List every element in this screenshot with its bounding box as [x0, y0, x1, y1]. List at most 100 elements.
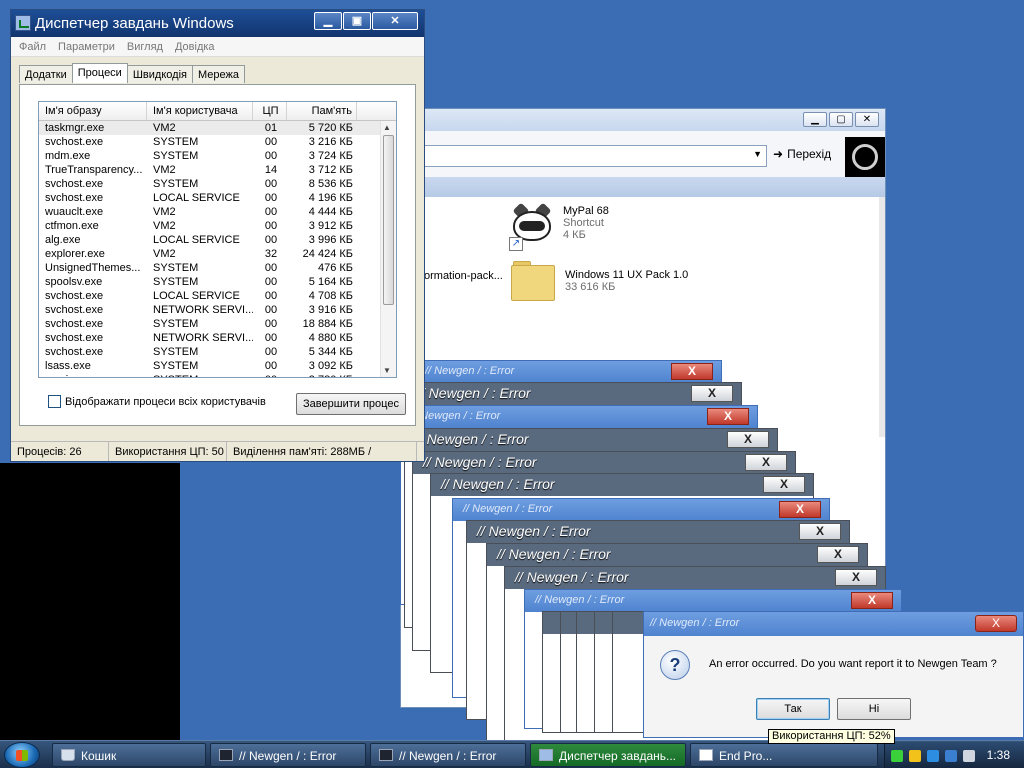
task-manager-icon	[15, 15, 31, 31]
close-icon[interactable]: X	[691, 385, 733, 402]
table-row[interactable]: svchost.exe NETWORK SERVI... 00 4 880 КБ	[39, 331, 396, 345]
cell-cpu: 00	[264, 332, 278, 344]
show-all-processes-checkbox[interactable]: Відображати процеси всіх користувачів	[48, 395, 266, 408]
menu-view[interactable]: Вигляд	[127, 41, 163, 56]
cell-image-name: svchost.exe	[45, 304, 104, 316]
folder-icon	[509, 259, 557, 303]
table-row[interactable]: svchost.exe SYSTEM 00 8 536 КБ	[39, 177, 396, 191]
table-row[interactable]: wuauclt.exe VM2 00 4 444 КБ	[39, 205, 396, 219]
task-manager-window[interactable]: Диспетчер завдань Windows ▁ ▣ ✕ Файл Пар…	[10, 9, 425, 462]
menu-file[interactable]: Файл	[19, 41, 46, 56]
close-icon[interactable]: X	[707, 408, 749, 425]
address-bar[interactable]: ▼	[401, 145, 767, 167]
cell-cpu: 01	[264, 122, 278, 134]
scroll-up-icon[interactable]: ▲	[383, 123, 391, 132]
cell-cpu: 00	[264, 192, 278, 204]
start-button[interactable]	[4, 742, 40, 768]
go-button[interactable]: ➜ Перехід	[773, 147, 831, 161]
close-icon[interactable]: X	[817, 546, 859, 563]
table-row[interactable]: svchost.exe NETWORK SERVI... 00 3 916 КБ	[39, 303, 396, 317]
language-icon[interactable]	[945, 749, 957, 762]
process-list-scrollbar[interactable]: ▲ ▼	[380, 121, 396, 377]
close-icon[interactable]: X	[799, 523, 841, 540]
table-row[interactable]: svchost.exe SYSTEM 00 18 884 КБ	[39, 317, 396, 331]
column-cpu[interactable]: ЦП	[253, 102, 287, 120]
maximize-icon[interactable]: ▢	[829, 112, 853, 127]
cell-image-name: alg.exe	[45, 234, 81, 246]
recycle-bin-icon	[61, 749, 75, 761]
clock[interactable]: 1:38	[987, 748, 1010, 762]
menu-options[interactable]: Параметри	[58, 41, 115, 56]
taskbar-button-error-1[interactable]: // Newgen / : Error	[210, 743, 366, 767]
close-icon[interactable]: X	[727, 431, 769, 448]
cell-memory: 18 884 КБ	[302, 318, 353, 330]
tab-networking[interactable]: Мережа	[191, 65, 245, 83]
end-process-button[interactable]: Завершити процес	[296, 393, 406, 415]
chevron-down-icon[interactable]: ▼	[753, 149, 762, 159]
table-row[interactable]: taskmgr.exe VM2 01 5 720 КБ	[39, 121, 396, 135]
minimize-icon[interactable]: ▁	[803, 112, 827, 127]
explorer-scrollbar[interactable]	[879, 197, 885, 437]
minimize-icon[interactable]: ▁	[314, 12, 342, 30]
close-icon[interactable]: X	[835, 569, 877, 586]
taskbar-button-end-process[interactable]: End Pro...	[690, 743, 878, 767]
table-row[interactable]: svchost.exe LOCAL SERVICE 00 4 196 КБ	[39, 191, 396, 205]
column-user-name[interactable]: Ім'я користувача	[147, 102, 253, 120]
close-icon[interactable]: X	[975, 615, 1017, 632]
file-item-truncated[interactable]: ormation-pack...	[424, 270, 503, 282]
cell-image-name: svchost.exe	[45, 178, 104, 190]
menu-help[interactable]: Довідка	[175, 41, 215, 56]
cell-image-name: svchost.exe	[45, 346, 104, 358]
yes-button[interactable]: Так	[756, 698, 830, 720]
tab-applications[interactable]: Додатки	[19, 65, 73, 83]
close-icon[interactable]: ✕	[372, 12, 418, 30]
table-row[interactable]: svchost.exe LOCAL SERVICE 00 4 708 КБ	[39, 289, 396, 303]
shield-icon[interactable]	[909, 749, 921, 762]
table-row[interactable]: TrueTransparency... VM2 14 3 712 КБ	[39, 163, 396, 177]
cell-memory: 3 712 КБ	[308, 164, 353, 176]
column-memory[interactable]: Пам'ять	[287, 102, 357, 120]
taskbar-button-error-2[interactable]: // Newgen / : Error	[370, 743, 526, 767]
explorer-toolbar-band	[401, 177, 885, 197]
table-row[interactable]: alg.exe LOCAL SERVICE 00 3 996 КБ	[39, 233, 396, 247]
process-list[interactable]: Ім'я образу Ім'я користувача ЦП Пам'ять …	[38, 101, 397, 378]
checkbox-icon[interactable]	[48, 395, 61, 408]
error-window-title: // Newgen / : Error	[453, 499, 829, 521]
file-item-ux-pack[interactable]: Windows 11 UX Pack 1.0 33 616 КБ	[509, 259, 688, 303]
cell-memory: 3 916 КБ	[308, 304, 353, 316]
table-row[interactable]: mdm.exe SYSTEM 00 3 724 КБ	[39, 149, 396, 163]
processes-panel: Ім'я образу Ім'я користувача ЦП Пам'ять …	[19, 84, 416, 426]
cpu-meter-icon[interactable]	[891, 749, 903, 762]
table-row[interactable]: svchost.exe SYSTEM 00 5 344 КБ	[39, 345, 396, 359]
close-icon[interactable]: X	[763, 476, 805, 493]
close-icon[interactable]: X	[671, 363, 713, 380]
cell-user-name: SYSTEM	[153, 346, 199, 358]
no-button[interactable]: Ні	[837, 698, 911, 720]
network-icon[interactable]	[927, 749, 939, 762]
tab-processes[interactable]: Процеси	[71, 63, 128, 83]
table-row[interactable]: spoolsv.exe SYSTEM 00 5 164 КБ	[39, 275, 396, 289]
close-icon[interactable]: X	[745, 454, 787, 471]
close-icon[interactable]: ✕	[855, 112, 879, 127]
close-icon[interactable]: X	[851, 592, 893, 609]
task-manager-titlebar[interactable]: Диспетчер завдань Windows ▁ ▣ ✕	[11, 10, 424, 37]
scroll-thumb[interactable]	[383, 135, 394, 305]
taskbar-button-recycle-bin[interactable]: Кошик	[52, 743, 206, 767]
table-row[interactable]: lsass.exe SYSTEM 00 3 092 КБ	[39, 359, 396, 373]
cell-memory: 5 720 КБ	[308, 122, 353, 134]
file-item-mypal[interactable]: ↗ MyPal 68 Shortcut 4 КБ	[509, 202, 609, 251]
table-row[interactable]: explorer.exe VM2 32 24 424 КБ	[39, 247, 396, 261]
tab-performance[interactable]: Швидкодія	[126, 65, 193, 83]
table-row[interactable]: UnsignedThemes... SYSTEM 00 476 КБ	[39, 261, 396, 275]
table-row[interactable]: services.exeSYSTEM003 780 КБ	[39, 373, 396, 377]
taskbar-button-task-manager[interactable]: Диспетчер завдань...	[530, 743, 686, 767]
close-icon[interactable]: X	[779, 501, 821, 518]
error-dialog[interactable]: // Newgen / : Error X ? An error occurre…	[643, 611, 1024, 738]
column-image-name[interactable]: Ім'я образу	[39, 102, 147, 120]
maximize-icon[interactable]: ▣	[343, 12, 371, 30]
cell-cpu: 00	[264, 276, 278, 288]
speaker-icon[interactable]	[963, 749, 975, 762]
table-row[interactable]: ctfmon.exe VM2 00 3 912 КБ	[39, 219, 396, 233]
table-row[interactable]: svchost.exe SYSTEM 00 3 216 КБ	[39, 135, 396, 149]
scroll-down-icon[interactable]: ▼	[383, 366, 391, 375]
